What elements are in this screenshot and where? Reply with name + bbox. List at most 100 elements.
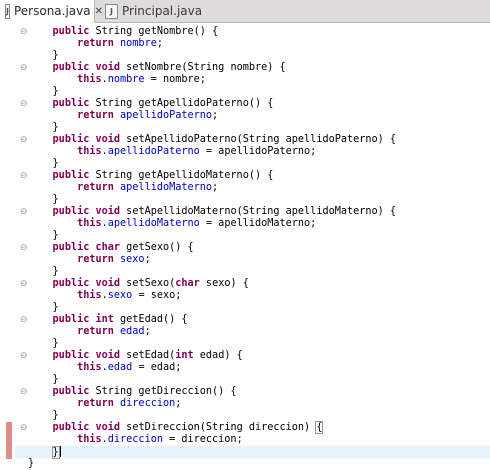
code-line[interactable]: }	[28, 458, 34, 470]
java-file-icon: J	[5, 3, 10, 19]
code-line[interactable]: }	[28, 50, 59, 62]
code-line[interactable]: this.apellidoMaterno = apellidoMaterno;	[28, 218, 316, 230]
code-line[interactable]: }	[28, 445, 61, 459]
keyword-token: return	[77, 326, 114, 337]
code-line[interactable]: public String getNombre() {	[28, 26, 219, 38]
fold-collapse-icon[interactable]: ⊖	[20, 242, 28, 254]
fold-collapse-icon[interactable]: ⊖	[20, 206, 28, 218]
code-line[interactable]: public String getApellidoPaterno() {	[28, 98, 274, 110]
code-line[interactable]: }	[28, 158, 59, 170]
keyword-token: public	[52, 422, 90, 433]
code-line[interactable]: }	[28, 86, 59, 98]
fold-collapse-icon[interactable]: ⊖	[20, 350, 28, 362]
fold-collapse-icon[interactable]: ⊖	[20, 62, 28, 74]
code-line[interactable]: }	[28, 230, 59, 242]
code-line[interactable]: return edad;	[28, 326, 151, 338]
keyword-token: public	[52, 206, 90, 217]
field-token: apellidoPaterno	[107, 146, 200, 157]
field-token: edad	[107, 362, 133, 373]
code-text: }	[28, 458, 35, 469]
tab-principal-java[interactable]: J Principal.java	[100, 0, 202, 22]
field-token: apellidoPaterno	[120, 110, 213, 121]
keyword-token: this	[77, 362, 102, 373]
fold-collapse-icon[interactable]: ⊖	[20, 170, 28, 182]
code-line[interactable]: return nombre;	[28, 38, 163, 50]
fold-collapse-icon[interactable]: ⊖	[20, 422, 28, 434]
keyword-token: void	[95, 422, 121, 433]
code-line[interactable]: return direccion;	[28, 398, 181, 410]
code-line[interactable]: public String getDireccion() {	[28, 386, 237, 398]
fold-collapse-icon[interactable]: ⊖	[20, 314, 28, 326]
change-ruler	[0, 23, 15, 467]
code-text: setApellidoMaterno(String apellidoMatern…	[120, 206, 397, 217]
code-text: }	[28, 122, 59, 133]
code-line[interactable]: public void setDireccion(String direccio…	[28, 421, 324, 434]
code-text: setSexo(	[120, 278, 176, 289]
keyword-token: return	[77, 254, 114, 265]
code-line[interactable]: this.nombre = nombre;	[28, 74, 206, 86]
matching-bracket: }	[51, 445, 60, 459]
keyword-token: void	[95, 62, 121, 73]
code-text: = edad;	[132, 362, 182, 373]
fold-collapse-icon[interactable]: ⊖	[20, 26, 28, 38]
fold-collapse-icon[interactable]: ⊖	[20, 98, 28, 110]
code-line[interactable]: }	[28, 374, 59, 386]
keyword-token: this	[77, 74, 102, 85]
field-token: edad	[120, 326, 145, 337]
tab-persona-java[interactable]: J Persona.java ✕	[0, 0, 103, 23]
code-line[interactable]: public String getApellidoMaterno() {	[28, 170, 274, 182]
field-token: apellidoMaterno	[120, 182, 213, 193]
code-line[interactable]: }	[28, 266, 59, 278]
code-text: }	[28, 194, 59, 205]
code-line[interactable]: }	[28, 122, 59, 134]
code-text: = nombre;	[144, 74, 206, 85]
fold-collapse-icon[interactable]: ⊖	[20, 278, 28, 290]
code-text: }	[28, 266, 59, 277]
code-line[interactable]: return apellidoMaterno;	[28, 182, 218, 194]
code-line[interactable]: public void setApellidoMaterno(String ap…	[28, 206, 397, 218]
keyword-token: public	[52, 26, 90, 37]
change-marker	[6, 446, 12, 459]
fold-collapse-icon[interactable]: ⊖	[20, 386, 28, 398]
code-text: ;	[156, 38, 163, 49]
code-line[interactable]: this.direccion = direccion;	[28, 434, 243, 446]
code-line[interactable]: }	[28, 194, 59, 206]
code-line[interactable]: }	[28, 302, 59, 314]
code-text: ;	[212, 182, 219, 193]
code-line[interactable]: this.edad = edad;	[28, 362, 181, 374]
code-line[interactable]: this.sexo = sexo;	[28, 290, 181, 302]
code-text: }	[28, 410, 59, 421]
code-line[interactable]: public void setEdad(int edad) {	[28, 350, 243, 362]
code-line[interactable]: }	[28, 410, 59, 422]
code-line[interactable]: public int getEdad() {	[28, 314, 188, 326]
code-line[interactable]: }	[28, 338, 59, 350]
code-line[interactable]: public void setSexo(char sexo) {	[28, 278, 249, 290]
code-line[interactable]: return sexo;	[28, 254, 151, 266]
code-text: String getApellidoPaterno() {	[89, 98, 274, 109]
keyword-token: int	[95, 314, 114, 325]
code-line[interactable]: public char getSexo() {	[28, 242, 194, 254]
code-line[interactable]: public void setNombre(String nombre) {	[28, 62, 286, 74]
keyword-token: return	[77, 182, 114, 193]
code-text: String getNombre() {	[89, 26, 219, 37]
code-line[interactable]: this.apellidoPaterno = apellidoPaterno;	[28, 146, 316, 158]
code-line[interactable]: public void setApellidoPaterno(String ap…	[28, 134, 397, 146]
fold-collapse-icon[interactable]: ⊖	[20, 134, 28, 146]
keyword-token: public	[52, 386, 90, 397]
code-line[interactable]: return apellidoPaterno;	[28, 110, 218, 122]
text-caret	[59, 446, 61, 457]
code-editor[interactable]: ⊖ ⊖ ⊖ ⊖ ⊖ ⊖ ⊖ ⊖ ⊖ ⊖ ⊖ ⊖ public String getNombre() {…	[0, 23, 490, 470]
code-text: sexo) {	[199, 278, 249, 289]
code-text: }	[28, 338, 59, 349]
